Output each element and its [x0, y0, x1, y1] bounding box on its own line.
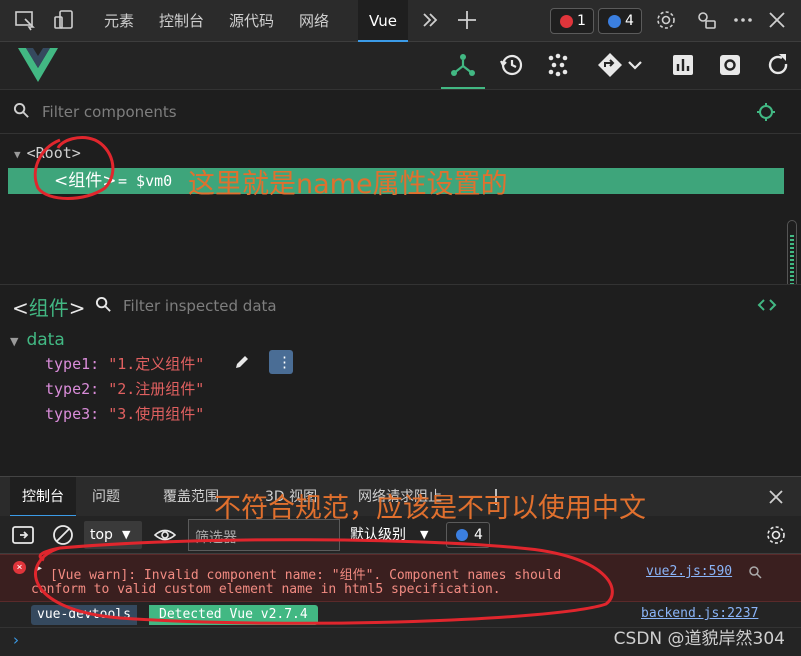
settings-icon[interactable]: [717, 52, 743, 78]
prompt-chevron-icon: ›: [13, 631, 19, 649]
open-in-editor-icon[interactable]: [757, 297, 777, 313]
components-icon[interactable]: [450, 52, 476, 78]
annotation-name-note: 这里就是name属性设置的: [188, 169, 508, 200]
devtools-tabbar: 元素 控制台 源代码 网络 Vue 1 4: [0, 0, 801, 42]
pinia-icon[interactable]: [545, 52, 571, 78]
component-name-label: <组件>: [54, 171, 117, 191]
log-level-selector[interactable]: 默认级别 ▼: [350, 521, 436, 549]
error-text-line2: conform to valid custom element name in …: [31, 582, 501, 597]
filter-inspected-data-input[interactable]: Filter inspected data: [123, 297, 277, 315]
more-options-icon[interactable]: [731, 8, 755, 32]
root-label: <Root>: [26, 144, 81, 162]
tab-network[interactable]: 网络: [299, 0, 329, 42]
annotation-spec-note: 不符合规范，应该是不可以使用中文: [214, 493, 646, 524]
data-prop-type1: type1: "1.定义组件": [45, 355, 205, 373]
collapse-triangle-icon[interactable]: ▼: [10, 335, 18, 348]
data-prop-type2: type2: "2.注册组件": [45, 380, 205, 398]
inspector-search-icon: [95, 296, 111, 312]
message-icon: [608, 15, 621, 28]
message-count-badge[interactable]: 4: [598, 8, 642, 34]
error-count: 1: [577, 13, 586, 29]
settings-gear-icon[interactable]: [654, 8, 678, 32]
inspector-title: <组件>: [12, 296, 86, 320]
context-dropdown-icon: ▼: [122, 528, 131, 541]
live-expression-eye-icon[interactable]: [154, 526, 176, 544]
search-icon: [13, 102, 29, 118]
error-count-badge[interactable]: 1: [550, 8, 594, 34]
close-drawer-icon[interactable]: [766, 487, 786, 507]
more-actions-button[interactable]: ⋮: [269, 350, 293, 374]
active-tool-indicator: [441, 87, 485, 89]
vue-logo-icon: [18, 48, 58, 82]
console-error-message[interactable]: × ▶ [Vue warn]: Invalid component name: …: [0, 554, 801, 602]
detected-vue-tag: Detected Vue v2.7.4: [149, 605, 318, 625]
component-tree: ▼ <Root> <组件> = $vm0: [0, 134, 801, 290]
csdn-watermark: CSDN @道貌岸然304: [613, 629, 785, 649]
data-section[interactable]: ▼ data: [10, 330, 65, 350]
tab-console[interactable]: 控制台: [159, 0, 204, 42]
error-source-link[interactable]: vue2.js:590: [646, 564, 732, 579]
timeline-icon[interactable]: [498, 52, 524, 78]
clear-console-icon[interactable]: [52, 524, 74, 546]
close-devtools-icon[interactable]: [765, 8, 789, 32]
show-sidebar-icon[interactable]: [12, 525, 34, 545]
vertical-dots-icon: ⋮: [277, 353, 292, 371]
customize-icon[interactable]: [694, 8, 718, 32]
edit-pencil-icon[interactable]: [233, 353, 251, 371]
device-toolbar-icon[interactable]: [52, 8, 76, 32]
drawer-tab-console[interactable]: 控制台: [10, 477, 76, 517]
search-issue-icon[interactable]: [748, 565, 762, 579]
tab-elements[interactable]: 元素: [104, 0, 134, 42]
more-tabs-icon[interactable]: [418, 8, 442, 32]
vue-devtools-header: [0, 42, 801, 90]
expand-stack-icon[interactable]: ▶: [36, 563, 42, 574]
context-value: top: [90, 527, 113, 543]
data-prop-type3: type3: "3.使用组件": [45, 405, 205, 423]
filter-components-input[interactable]: Filter components: [42, 103, 177, 121]
info-source-link[interactable]: backend.js:2237: [641, 606, 758, 621]
chevron-down-icon[interactable]: [627, 58, 643, 72]
tab-vue[interactable]: Vue: [358, 0, 408, 42]
console-message-badge[interactable]: 4: [446, 522, 490, 548]
inspector-header: <组件> Filter inspected data: [0, 284, 801, 324]
inspect-element-icon[interactable]: [13, 8, 37, 32]
refresh-icon[interactable]: [765, 52, 791, 78]
error-text-line1: [Vue warn]: Invalid component name: "组件"…: [50, 568, 562, 583]
message-icon: [456, 529, 468, 541]
error-icon: ×: [13, 561, 26, 574]
add-tab-icon[interactable]: [455, 8, 479, 32]
inspector-body: ▼ data type1: "1.定义组件" ⋮ type2: "2.注册组件" …: [0, 324, 801, 476]
vue-devtools-tag: vue-devtools: [31, 605, 137, 625]
select-component-in-page-icon[interactable]: [756, 102, 776, 122]
component-vm-ref: = $vm0: [118, 172, 173, 190]
tree-scrollbar[interactable]: [787, 220, 797, 290]
expand-triangle-icon[interactable]: ▼: [14, 148, 21, 161]
performance-icon[interactable]: [670, 52, 696, 78]
components-filter: Filter components: [0, 90, 801, 134]
message-count: 4: [625, 13, 634, 29]
error-icon: [560, 15, 573, 28]
tree-item-root[interactable]: ▼ <Root>: [14, 144, 81, 162]
context-selector[interactable]: top ▼: [84, 521, 142, 549]
drawer-tab-issues[interactable]: 问题: [92, 477, 120, 517]
router-icon[interactable]: [597, 52, 623, 78]
console-settings-icon[interactable]: [765, 524, 787, 546]
level-dropdown-icon: ▼: [420, 528, 429, 541]
drawer-tab-coverage[interactable]: 覆盖范围: [163, 477, 219, 517]
tab-sources[interactable]: 源代码: [229, 0, 274, 42]
